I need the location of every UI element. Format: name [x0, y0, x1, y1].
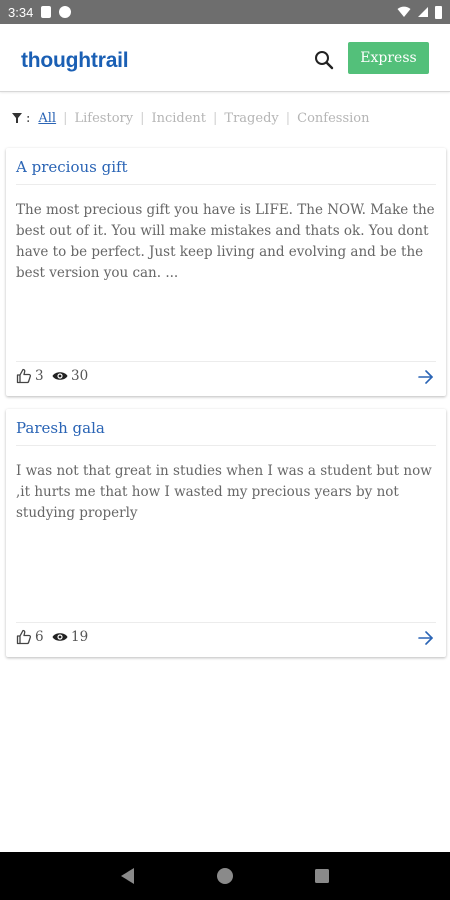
view-stat: 19: [52, 629, 88, 645]
like-stat[interactable]: 6: [16, 629, 44, 645]
filter-separator: |: [285, 110, 291, 126]
filter-confession[interactable]: Confession: [297, 111, 369, 126]
post-card[interactable]: Paresh gala I was not that great in stud…: [6, 409, 446, 657]
search-icon[interactable]: [312, 48, 336, 72]
post-title[interactable]: A precious gift: [16, 158, 128, 176]
post-title[interactable]: Paresh gala: [16, 419, 105, 437]
filter-all[interactable]: All: [38, 111, 56, 126]
filter-tragedy[interactable]: Tragedy: [224, 111, 278, 126]
post-excerpt: The most precious gift you have is LIFE.…: [16, 202, 435, 281]
battery-icon: [435, 5, 442, 19]
filter-separator: |: [63, 110, 68, 126]
signal-icon: [418, 7, 428, 17]
recents-icon[interactable]: [312, 866, 332, 886]
like-count: 3: [35, 368, 44, 384]
post-footer: 6 19: [16, 623, 436, 653]
view-count: 19: [71, 629, 89, 645]
read-more-arrow-icon[interactable]: [416, 367, 436, 387]
back-icon[interactable]: [118, 866, 138, 886]
home-icon[interactable]: [215, 866, 235, 886]
filter-colon: :: [26, 110, 31, 126]
eye-icon: [52, 633, 68, 641]
post-card[interactable]: A precious gift The most precious gift y…: [6, 148, 446, 396]
filter-icon: [12, 113, 22, 123]
status-time: 3:34: [8, 4, 34, 20]
post-footer: 3 30: [16, 362, 436, 392]
sd-card-icon: [41, 6, 52, 18]
like-stat[interactable]: 3: [16, 368, 44, 384]
card-divider: [16, 184, 436, 185]
like-count: 6: [35, 629, 44, 645]
view-stat: 30: [52, 368, 88, 384]
filter-separator: |: [213, 110, 218, 126]
wifi-icon: [397, 6, 411, 17]
status-right: [397, 5, 442, 19]
thumbs-up-icon: [16, 629, 32, 645]
view-count: 30: [71, 368, 89, 384]
app-logo[interactable]: thoughtrail: [21, 49, 129, 73]
post-excerpt: I was not that great in studies when I w…: [16, 463, 432, 521]
filter-lifestory[interactable]: Lifestory: [75, 111, 134, 126]
filter-incident[interactable]: Incident: [151, 111, 206, 126]
express-button[interactable]: Express: [348, 42, 429, 74]
filter-separator: |: [140, 110, 145, 126]
system-navigation-bar: [0, 852, 450, 900]
app-header: thoughtrail Express: [0, 24, 450, 92]
status-bar: 3:34: [0, 0, 450, 24]
status-left: 3:34: [8, 4, 72, 20]
app-notification-icon: [59, 6, 72, 18]
card-divider: [16, 445, 436, 446]
eye-icon: [52, 372, 68, 380]
read-more-arrow-icon[interactable]: [416, 628, 436, 648]
category-filter-bar: : All | Lifestory | Incident | Tragedy |…: [12, 108, 370, 128]
thumbs-up-icon: [16, 368, 32, 384]
